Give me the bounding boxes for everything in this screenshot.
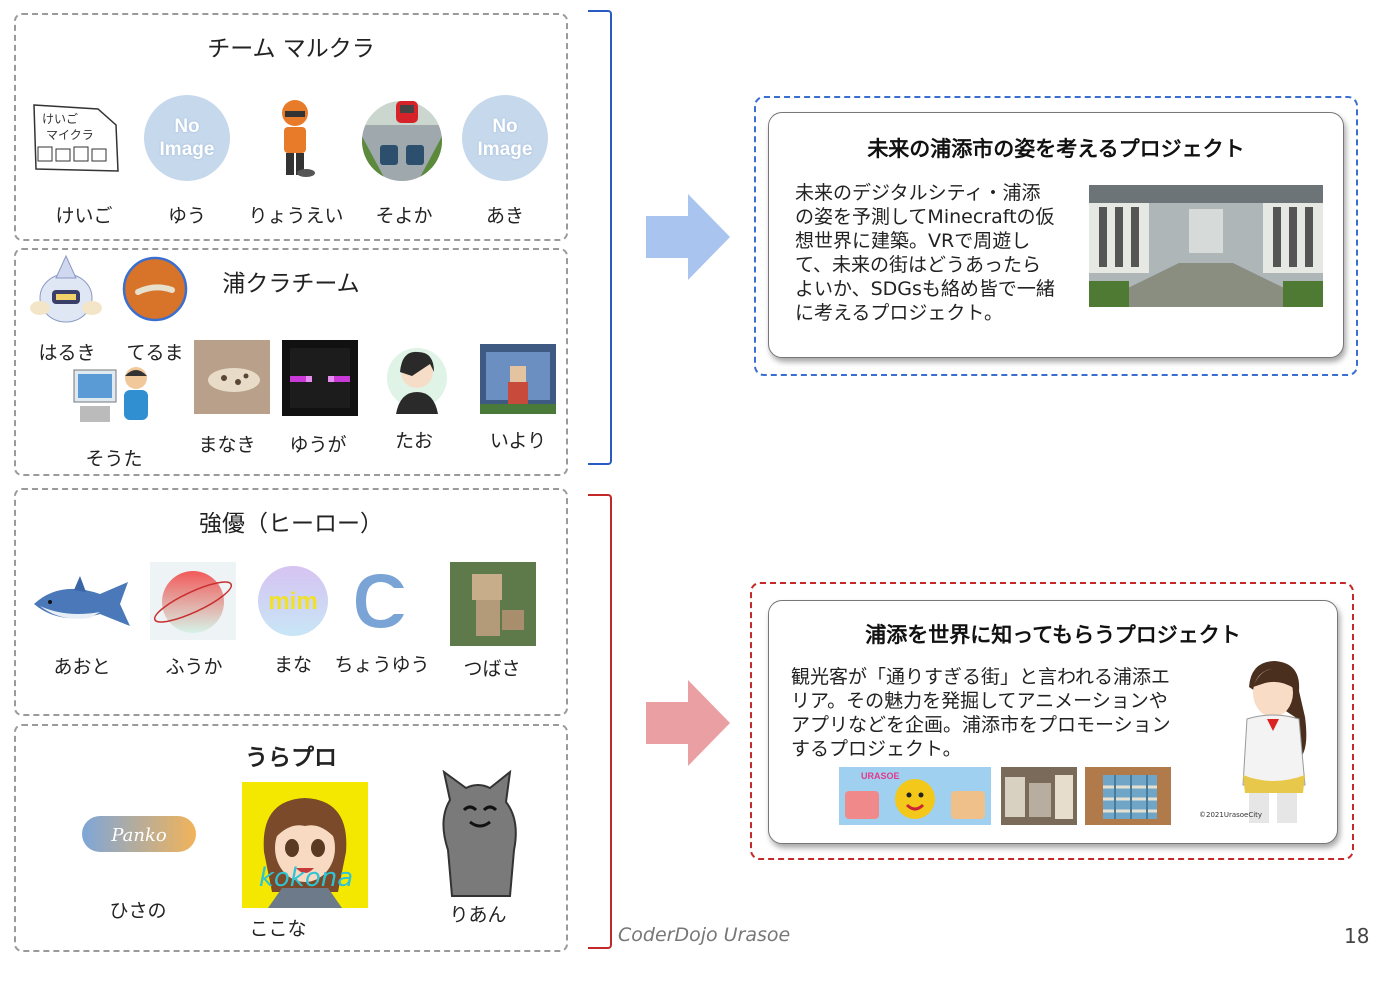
c-logo-avatar <box>356 574 404 628</box>
cars-avatar <box>362 101 442 181</box>
team-urapro: うらプロ Panko ひさの kokona ここな りあん <box>14 724 568 952</box>
member-name: ひさの <box>109 900 167 922</box>
anime-girl-avatar: kokona <box>242 782 368 908</box>
member-name: けいご <box>55 205 113 227</box>
team-hero: 強優（ヒーロー） あおと ふうか mim まな ちょうゆう つばさ <box>14 488 568 716</box>
minecraft-dog-avatar <box>450 562 536 646</box>
member-name: そうた <box>85 448 143 470</box>
member-name: りあん <box>449 904 507 926</box>
copyright-text: ©2021UrasoeCity <box>1199 811 1263 819</box>
member-name: てるま <box>126 342 184 364</box>
gecko-avatar <box>194 340 270 414</box>
svg-text:mim: mim <box>268 588 317 615</box>
svg-text:kokona: kokona <box>259 863 353 893</box>
team-urakura: 浦クラチーム はるき てるま そうた まなき ゆうが たお いより <box>14 248 568 476</box>
team-marukura: チーム マルクラ けいご マイクラ けいご No Image ゆう りょうえい … <box>14 13 568 241</box>
team-title: 強優（ヒーロー） <box>199 511 383 537</box>
member-name: ゆう <box>167 205 207 227</box>
member-name: ちょうゆう <box>334 654 430 676</box>
anime-girl-illustration <box>1242 661 1307 823</box>
member-name: たお <box>394 430 434 452</box>
arrow-right-icon <box>646 194 730 280</box>
member-name: つばさ <box>463 658 521 680</box>
character-avatar <box>387 348 447 414</box>
svg-text:マイクラ: マイクラ <box>46 128 94 142</box>
weaving-photo <box>1085 767 1171 825</box>
urasoe-mascot-image: URASOE <box>839 767 991 825</box>
member-name: いより <box>489 430 547 452</box>
svg-text:URASOE: URASOE <box>861 771 900 781</box>
bracket-red <box>588 494 612 949</box>
project-description: 未来のデジタルシティ・浦添 の姿を予測してMinecraftの仮 想世界に建築。… <box>795 182 1055 324</box>
shop-photo <box>1001 767 1077 825</box>
character-avatar <box>282 100 315 177</box>
team-title: 浦クラチーム <box>222 271 360 297</box>
project-title: 浦添を世界に知ってもらうプロジェクト <box>865 623 1241 647</box>
planet-avatar <box>150 562 236 640</box>
mim-logo-avatar: mim <box>258 566 328 636</box>
minecraft-city-screenshot <box>1089 185 1323 307</box>
member-name: あおと <box>53 656 111 678</box>
member-name: りょうえい <box>248 205 344 227</box>
no-image-placeholder: No Image <box>144 95 230 181</box>
member-name: まなき <box>198 434 256 456</box>
arrow-top-shape <box>646 194 730 280</box>
handwritten-drawing: けいご マイクラ <box>33 104 119 172</box>
arrow-bottom-shape <box>646 680 730 766</box>
member-name: ゆうが <box>289 434 347 456</box>
project-card-promotion: 浦添を世界に知ってもらうプロジェクト 観光客が「通りすぎる街」と言われる浦添エ … <box>768 600 1338 844</box>
page-number: 18 <box>1344 924 1370 948</box>
member-name: はるき <box>38 342 96 364</box>
bracket-blue <box>588 10 612 465</box>
project-card-future: 未来の浦添市の姿を考えるプロジェクト 未来のデジタルシティ・浦添 の姿を予測して… <box>768 112 1344 358</box>
member-name: まな <box>273 654 313 676</box>
member-name: そよか <box>375 205 433 227</box>
enderman-avatar <box>282 340 358 416</box>
project-title: 未来の浦添市の姿を考えるプロジェクト <box>867 137 1245 161</box>
member-name: ふうか <box>165 656 223 678</box>
sketch-cat-avatar <box>442 770 517 897</box>
team-title: チーム マルクラ <box>207 36 375 62</box>
minecraft-avatar <box>480 344 556 414</box>
shark-avatar <box>34 576 130 626</box>
member-name: あき <box>485 205 525 227</box>
svg-text:Panko: Panko <box>110 825 167 846</box>
panko-logo-avatar: Panko <box>82 816 196 852</box>
character-avatar <box>30 254 102 323</box>
arrow-right-icon <box>646 680 730 766</box>
no-image-placeholder: No Image <box>462 95 548 181</box>
footer-brand: CoderDojo Urasoe <box>618 924 791 946</box>
computer-kid-avatar <box>73 367 148 422</box>
team-title: うらプロ <box>245 745 337 771</box>
member-name: ここな <box>249 918 307 940</box>
svg-text:けいご: けいご <box>42 111 78 126</box>
project-description: 観光客が「通りすぎる街」と言われる浦添エ リア。その魅力を発掘してアニメーション… <box>791 666 1171 760</box>
lizard-avatar <box>122 256 188 322</box>
